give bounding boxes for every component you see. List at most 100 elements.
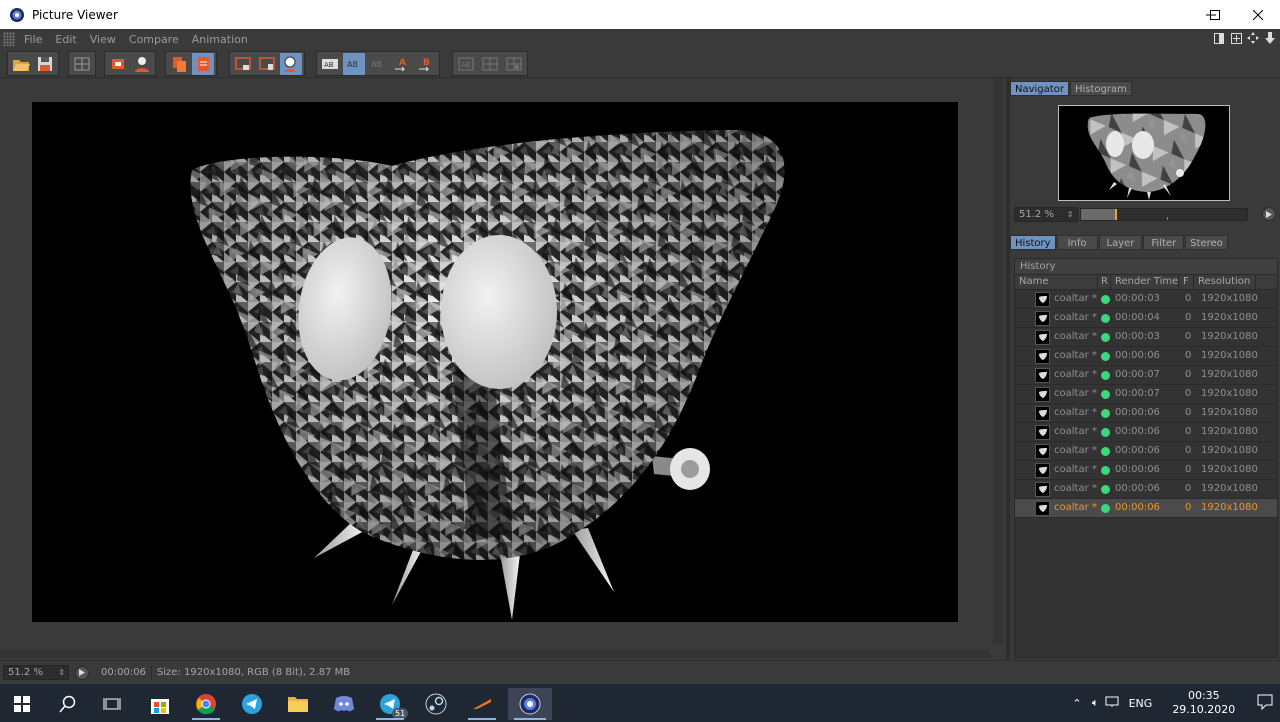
status-zoom-field[interactable]: 51.2 % ⇕ xyxy=(3,665,69,680)
view-b-button[interactable] xyxy=(256,53,278,75)
row-resolution: 1920x1080 xyxy=(1201,483,1258,494)
timeline-slider[interactable] xyxy=(1079,207,1249,221)
paste-button[interactable] xyxy=(192,52,214,75)
menu-file[interactable]: File xyxy=(24,33,42,46)
play-icon xyxy=(79,669,85,676)
chrome-app[interactable] xyxy=(186,688,226,720)
ab-split-button[interactable]: AB xyxy=(343,52,365,75)
col-r[interactable]: R xyxy=(1101,276,1108,287)
fusion-app[interactable] xyxy=(462,688,502,720)
row-render-time: 00:00:04 xyxy=(1115,312,1160,323)
language-indicator[interactable]: ENG xyxy=(1129,697,1153,710)
history-row[interactable]: coaltar * 00:00:06 0 1920x1080 xyxy=(1015,480,1277,499)
vertical-scrollbar[interactable] xyxy=(993,78,1003,644)
history-row[interactable]: coaltar * 00:00:03 0 1920x1080 xyxy=(1015,290,1277,309)
store-app[interactable] xyxy=(140,688,180,720)
navigator-zoom-field[interactable]: 51.2 % ⇕ xyxy=(1014,206,1078,222)
navigator-play-button[interactable] xyxy=(1262,207,1277,221)
copy-icon xyxy=(173,56,186,72)
clock[interactable]: 00:35 29.10.2020 xyxy=(1172,689,1235,717)
menu-compare[interactable]: Compare xyxy=(129,33,179,46)
steam-app[interactable] xyxy=(416,688,456,720)
history-row[interactable]: coaltar * 00:00:07 0 1920x1080 xyxy=(1015,385,1277,404)
tray-expand-icon[interactable]: ⌃ xyxy=(1070,697,1084,710)
navigator-thumbnail[interactable] xyxy=(1058,105,1230,201)
volume-icon[interactable]: 🔈︎ xyxy=(1092,696,1099,710)
open-file-button[interactable] xyxy=(10,53,32,75)
network-icon[interactable] xyxy=(1105,696,1119,711)
toolbar-group-view xyxy=(229,51,305,76)
row-name: coaltar * xyxy=(1054,369,1097,380)
tab-stereo[interactable]: Stereo xyxy=(1185,235,1228,250)
view-frame-alt-icon xyxy=(259,56,275,70)
history-row[interactable]: coaltar * 00:00:06 0 1920x1080 xyxy=(1015,404,1277,423)
notifications-icon[interactable] xyxy=(1257,694,1273,713)
spinner-icon[interactable]: ⇕ xyxy=(1067,208,1074,221)
history-column-headers: Name R Render Time F Resolution xyxy=(1015,275,1277,290)
history-row[interactable]: coaltar * 00:00:04 0 1920x1080 xyxy=(1015,309,1277,328)
view-compare-button[interactable] xyxy=(280,52,302,75)
spinner-icon[interactable]: ⇕ xyxy=(58,666,65,679)
tab-info[interactable]: Info xyxy=(1056,235,1098,250)
channel-1-button[interactable]: AB xyxy=(455,53,477,75)
explorer-app[interactable] xyxy=(278,688,318,720)
tab-histogram[interactable]: Histogram xyxy=(1069,81,1132,96)
search-button[interactable] xyxy=(48,688,88,720)
channel-2-button[interactable] xyxy=(479,53,501,75)
history-row[interactable]: coaltar * 00:00:03 0 1920x1080 xyxy=(1015,328,1277,347)
maximize-button[interactable] xyxy=(1192,0,1238,29)
set-a-button[interactable]: A xyxy=(391,53,413,75)
move-icon[interactable] xyxy=(1247,31,1259,45)
task-view-button[interactable] xyxy=(92,688,132,720)
copy-button[interactable] xyxy=(168,53,190,75)
discord-app[interactable] xyxy=(324,688,364,720)
close-button[interactable] xyxy=(1235,0,1280,29)
render-region-button[interactable] xyxy=(107,53,129,75)
channel-3-button[interactable] xyxy=(503,53,525,75)
telegram-app-2[interactable]: 51 xyxy=(370,688,410,720)
tab-layer[interactable]: Layer xyxy=(1098,235,1143,250)
view-user-icon xyxy=(284,56,296,72)
telegram-app[interactable] xyxy=(232,688,272,720)
history-row[interactable]: coaltar * 00:00:06 0 1920x1080 xyxy=(1015,347,1277,366)
history-row[interactable]: coaltar * 00:00:07 0 1920x1080 xyxy=(1015,366,1277,385)
tab-history[interactable]: History xyxy=(1010,235,1056,250)
ab-swap-button[interactable]: AB xyxy=(367,53,389,75)
menu-edit[interactable]: Edit xyxy=(55,33,76,46)
grip-handle-icon[interactable] xyxy=(3,32,15,46)
col-resolution[interactable]: Resolution xyxy=(1198,276,1250,287)
set-b-button[interactable]: B xyxy=(415,53,437,75)
cinema4d-taskbar-app[interactable] xyxy=(508,688,552,720)
status-play-button[interactable] xyxy=(75,665,89,680)
grid-icon xyxy=(74,57,90,70)
view-a-button[interactable] xyxy=(232,53,254,75)
notification-badge: 51 xyxy=(392,708,409,719)
col-render-time[interactable]: Render Time xyxy=(1115,276,1178,287)
col-f[interactable]: F xyxy=(1183,276,1189,287)
history-row[interactable]: coaltar * 00:00:06 0 1920x1080 xyxy=(1015,442,1277,461)
rendered-image[interactable] xyxy=(32,102,958,622)
tab-filter[interactable]: Filter xyxy=(1143,235,1185,250)
toolbar-group-file xyxy=(7,51,59,76)
arrow-down-icon[interactable] xyxy=(1264,31,1276,45)
cinema4d-app-icon xyxy=(10,7,24,22)
fit-view-icon[interactable] xyxy=(1230,31,1242,45)
tab-navigator[interactable]: Navigator xyxy=(1010,81,1069,96)
image-viewport[interactable] xyxy=(0,78,1006,660)
start-button[interactable] xyxy=(2,688,42,720)
horizontal-scrollbar[interactable] xyxy=(0,650,990,658)
menu-view[interactable]: View xyxy=(90,33,116,46)
history-row[interactable]: coaltar * 00:00:06 0 1920x1080 xyxy=(1015,499,1277,518)
history-row[interactable]: coaltar * 00:00:06 0 1920x1080 xyxy=(1015,423,1277,442)
save-file-button[interactable] xyxy=(34,53,56,75)
history-row[interactable]: coaltar * 00:00:06 0 1920x1080 xyxy=(1015,461,1277,480)
render-settings-button[interactable] xyxy=(71,53,93,75)
row-resolution: 1920x1080 xyxy=(1201,445,1258,456)
menu-animation[interactable]: Animation xyxy=(192,33,248,46)
user-button[interactable] xyxy=(131,53,153,75)
col-name[interactable]: Name xyxy=(1019,276,1049,287)
ab-toggle-button[interactable]: AB xyxy=(319,53,341,75)
timeline-thumb[interactable] xyxy=(1114,208,1117,220)
panel-layout-icon[interactable] xyxy=(1213,31,1225,45)
row-render-time: 00:00:06 xyxy=(1115,445,1160,456)
